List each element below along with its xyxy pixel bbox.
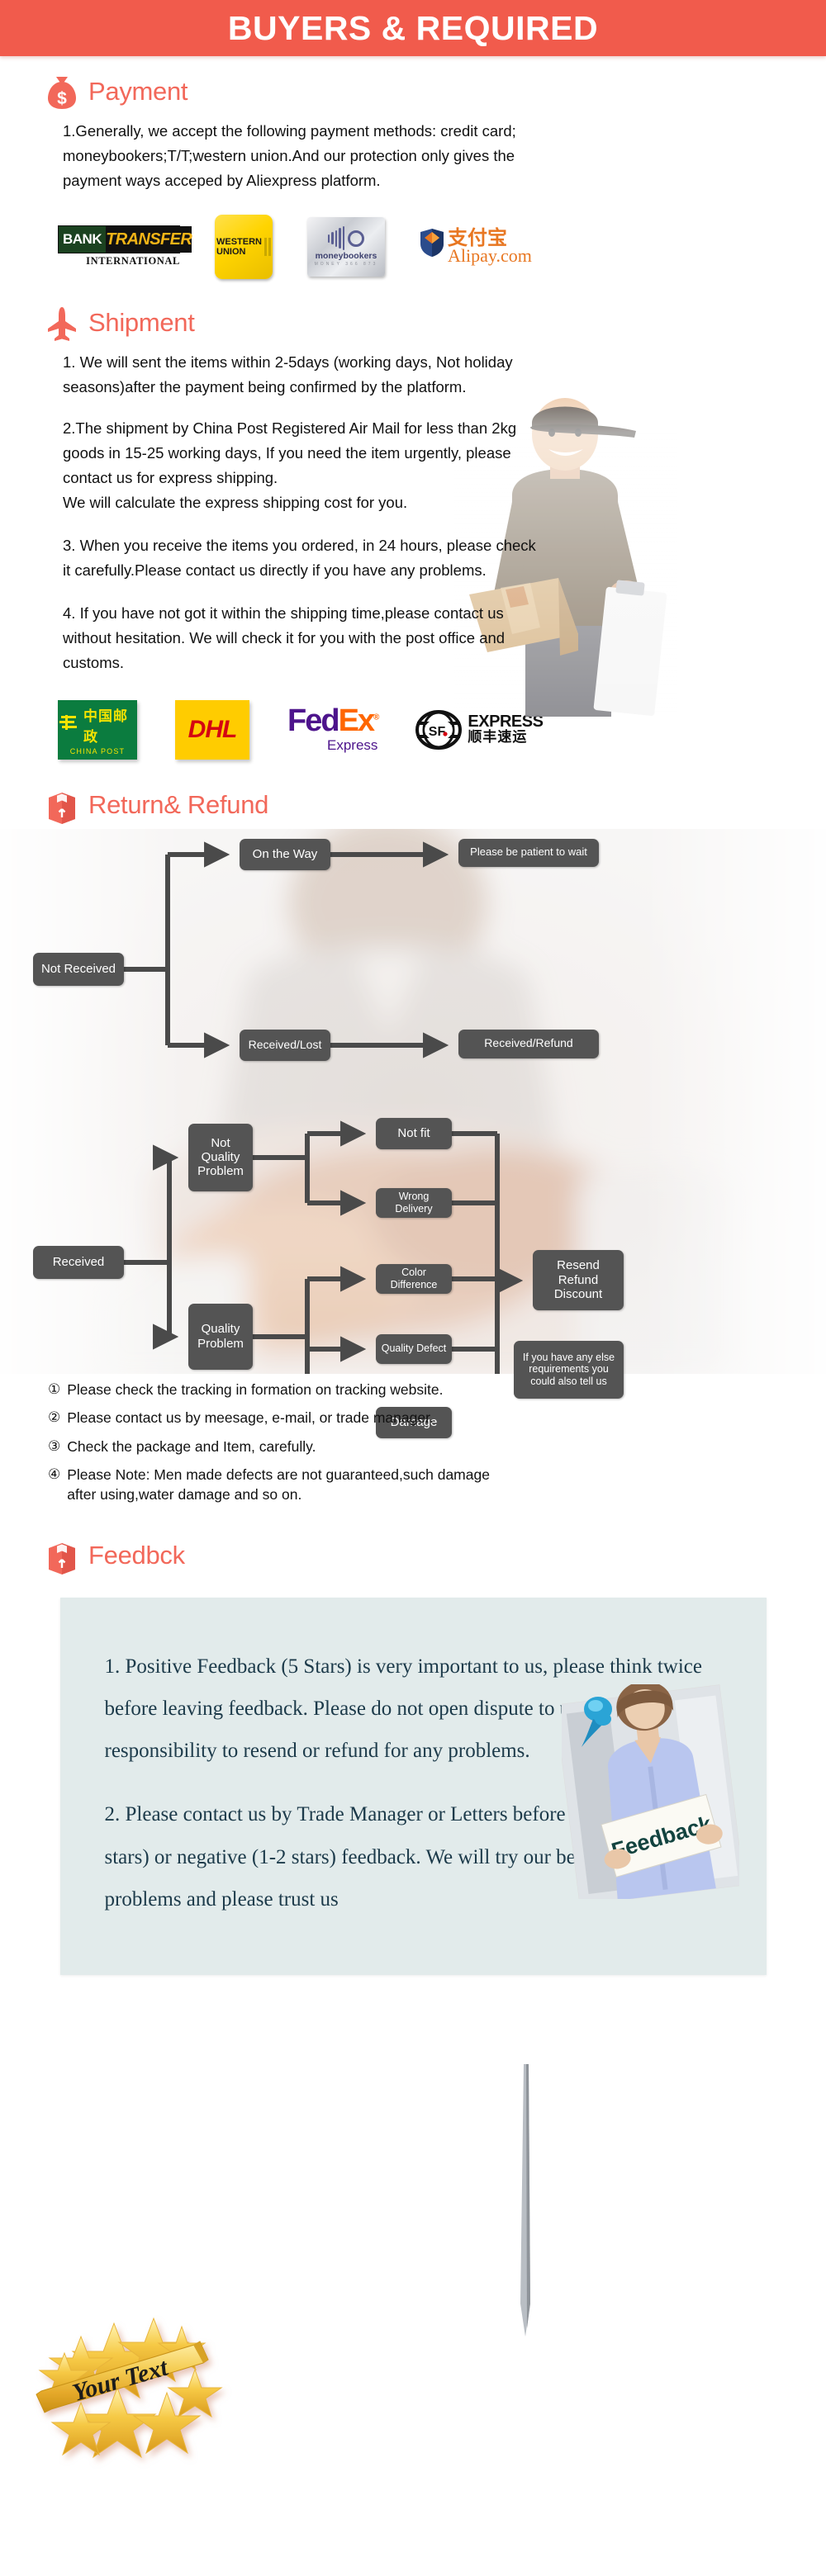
return-notes-list: ① Please check the tracking in formation …: [0, 1374, 826, 1505]
section-heading-returns: Return& Refund: [0, 788, 826, 824]
moneybookers-micro-text: MONEY 366 873: [314, 262, 378, 268]
flow-node-not-quality: Not Quality Problem: [188, 1123, 253, 1191]
list-item-text: Please Note: Men made defects are not gu…: [67, 1466, 490, 1503]
list-marker: ④: [48, 1466, 61, 1484]
bank-transfer-primary: BANK: [59, 226, 107, 253]
fedex-ex-text: Ex: [338, 703, 376, 739]
section-title-payment: Payment: [88, 77, 188, 106]
sf-express-logo: SF EXPRESS 顺丰速运: [415, 709, 544, 750]
flow-node-not-received: Not Received: [33, 952, 124, 986]
svg-text:SF: SF: [429, 725, 446, 739]
flow-node-not-fit: Not fit: [376, 1117, 452, 1149]
bank-transfer-secondary: TRANSFER: [106, 226, 192, 253]
flow-node-received: Received: [33, 1245, 124, 1279]
sf-express-chinese-text: 顺丰速运: [468, 729, 528, 746]
list-marker: ②: [48, 1409, 61, 1427]
flow-node-please-wait: Please be patient to wait: [458, 838, 599, 867]
section-heading-shipment: Shipment: [0, 305, 826, 341]
payment-logo-row: BANK TRANSFER INTERNATIONAL WESTERN UNIO…: [0, 214, 826, 279]
dhl-wordmark: DHL: [188, 715, 238, 743]
alipay-domain-text: Alipay.com: [448, 245, 532, 267]
page-title: BUYERS & REQUIRED: [227, 8, 599, 47]
page-header-banner: BUYERS & REQUIRED: [0, 0, 826, 56]
return-box-icon: [45, 1538, 78, 1574]
return-note-item: ④ Please Note: Men made defects are not g…: [48, 1466, 785, 1504]
list-item-text: Please check the tracking in formation o…: [67, 1380, 444, 1398]
list-item-text: Check the package and Item, carefully.: [67, 1437, 316, 1455]
flow-node-received-lost: Received/Lost: [240, 1029, 330, 1061]
flow-node-resend: Resend Refund Discount: [533, 1249, 624, 1310]
airplane-icon: [45, 305, 78, 341]
china-post-logo: 中国邮政 CHINA POST: [58, 699, 137, 760]
pen-decoration: [512, 2064, 537, 2337]
return-note-item: ② Please contact us by meesage, e-mail, o…: [48, 1409, 785, 1428]
svg-text:$: $: [57, 89, 67, 108]
shipment-logo-row: 中国邮政 CHINA POST DHL FedEx® Express SF EX…: [0, 699, 826, 760]
western-union-line2: UNION: [216, 246, 246, 257]
western-union-logo: WESTERN UNION: [215, 214, 273, 279]
return-refund-flowchart: Not Received On the Way Please be patient …: [0, 816, 826, 1438]
bank-transfer-logo: BANK TRANSFER INTERNATIONAL: [58, 225, 192, 268]
return-note-item: ③ Check the package and Item, carefully.: [48, 1437, 785, 1457]
list-marker: ①: [48, 1380, 61, 1398]
section-title-feedback: Feedbck: [88, 1540, 185, 1570]
fedex-fed-text: Fed: [287, 703, 340, 739]
flow-node-quality: Quality Problem: [188, 1303, 253, 1370]
dhl-logo: DHL: [175, 699, 249, 760]
list-marker: ③: [48, 1437, 61, 1455]
payment-body-text: 1.Generally, we accept the following pay…: [63, 122, 516, 189]
western-union-line1: WESTERN: [216, 236, 262, 247]
shipment-paragraph-1: 1. We will sent the items within 2-5days…: [63, 353, 513, 395]
shipment-paragraph-2: 2.The shipment by China Post Registered …: [63, 419, 517, 511]
moneybookers-wave-icon: [327, 226, 365, 251]
shipment-paragraph-3: 3. When you receive the items you ordere…: [63, 536, 536, 579]
list-item-text: Please contact us by meesage, e-mail, or…: [67, 1409, 434, 1427]
fedex-subtitle: Express: [327, 737, 378, 754]
bank-transfer-caption: INTERNATIONAL: [86, 255, 180, 268]
shipment-paragraph-4: 4. If you have not got it within the shi…: [63, 604, 506, 671]
moneybookers-label: moneybookers: [315, 251, 377, 262]
moneybookers-logo: moneybookers MONEY 366 873: [307, 216, 385, 277]
section-heading-payment: $ Payment: [0, 74, 826, 109]
flow-node-quality-defect: Quality Defect: [376, 1333, 452, 1364]
section-title-returns: Return& Refund: [88, 789, 269, 819]
sf-express-english-text: EXPRESS: [468, 713, 544, 732]
star-badge: Your Text: [17, 2312, 314, 2502]
western-union-bars-icon: [264, 237, 271, 256]
feedback-photo: Feedback: [554, 1680, 745, 1906]
alipay-logo: 支付宝 Alipay.com: [420, 228, 532, 265]
china-post-chinese-text: 中国邮政: [83, 708, 128, 746]
china-post-mark-icon: [58, 712, 79, 737]
fedex-logo: FedEx® Express: [287, 703, 380, 754]
sf-badge-icon: SF: [415, 709, 463, 750]
flow-node-color-diff: Color Difference: [376, 1263, 452, 1294]
section-heading-feedback: Feedbck: [0, 1538, 826, 1574]
section-title-shipment: Shipment: [88, 307, 195, 337]
flow-node-on-the-way: On the Way: [240, 838, 330, 870]
return-note-item: ① Please check the tracking in formation …: [48, 1380, 785, 1400]
flow-node-wrong-delivery: Wrong Delivery: [376, 1187, 452, 1218]
registered-trademark-icon: ®: [373, 713, 380, 722]
shield-icon: [420, 228, 444, 258]
return-box-icon: [45, 788, 78, 824]
flow-node-received-refund: Received/Refund: [458, 1029, 599, 1058]
china-post-english-text: CHINA POST: [69, 746, 126, 755]
money-bag-icon: $: [45, 74, 78, 109]
